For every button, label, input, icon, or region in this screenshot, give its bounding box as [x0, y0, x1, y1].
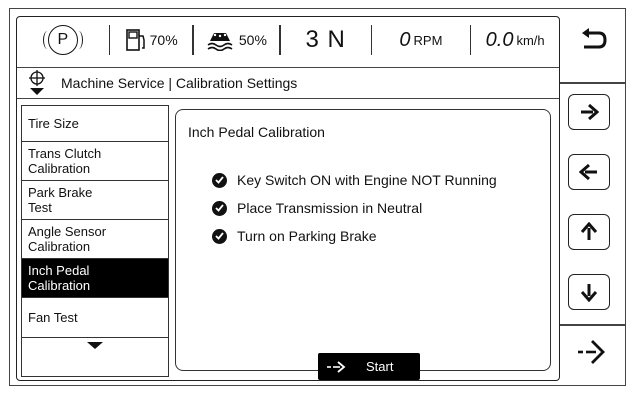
menu-item-angle-sensor-calibration[interactable]: Angle Sensor Calibration — [22, 220, 168, 259]
navigation-home-icon[interactable] — [27, 70, 47, 96]
fuel-level: 70% — [110, 17, 192, 63]
park-letter: P — [57, 31, 69, 48]
menu-item-park-brake-test[interactable]: Park Brake Test — [22, 181, 168, 220]
page-title: Machine Service | Calibration Settings — [61, 75, 298, 91]
up-arrow-button[interactable] — [568, 214, 610, 250]
divider — [560, 82, 626, 84]
back-button[interactable] — [560, 18, 626, 62]
fuel-icon — [125, 29, 145, 51]
checklist-text: Key Switch ON with Engine NOT Running — [237, 172, 497, 188]
enter-icon — [578, 340, 605, 364]
down-arrow-button[interactable] — [568, 274, 610, 310]
back-icon — [582, 28, 607, 49]
menu-item-fan-test[interactable]: Fan Test — [22, 298, 168, 338]
def-fluid-icon — [207, 33, 233, 51]
transmission-gear: 3 N — [305, 26, 346, 53]
rpm-unit: RPM — [413, 32, 443, 48]
menu-item-tire-size[interactable]: Tire Size — [22, 106, 168, 142]
checklist-text: Turn on Parking Brake — [237, 228, 377, 244]
enter-arrow-icon — [327, 360, 346, 373]
enter-button[interactable] — [560, 330, 626, 374]
arrow-up-icon — [580, 222, 598, 240]
rpm-value: 0 — [399, 28, 411, 51]
transmission-indicator: 3 N — [281, 17, 371, 63]
checklist-text: Place Transmission in Neutral — [237, 200, 423, 216]
checklist-item: Place Transmission in Neutral — [212, 200, 422, 216]
ground-speed: 0.0 km/h — [471, 17, 559, 63]
engine-speed: 0 RPM — [372, 17, 470, 63]
caret-down-icon — [87, 342, 103, 349]
check-circle-icon — [212, 200, 227, 216]
park-indicator: P — [17, 17, 109, 63]
speed-unit: km/h — [516, 32, 545, 48]
def-level: 50% — [194, 17, 280, 63]
check-circle-icon — [212, 172, 227, 188]
speed-value: 0.0 — [485, 28, 514, 51]
menu-item-inch-pedal-calibration[interactable]: Inch Pedal Calibration — [22, 259, 168, 298]
menu-item-label: Angle Sensor Calibration — [28, 224, 107, 254]
menu-item-label: Inch Pedal Calibration — [28, 263, 91, 293]
calibration-menu: Tire Size Trans Clutch Calibration Park … — [21, 105, 169, 377]
check-circle-icon — [212, 228, 227, 244]
arrow-left-icon — [579, 163, 597, 181]
calibration-panel: Inch Pedal Calibration Key Switch ON wit… — [175, 109, 551, 380]
start-button[interactable]: Start — [318, 353, 420, 380]
right-arrow-button[interactable] — [568, 94, 610, 130]
arrow-right-icon — [581, 103, 599, 121]
main-screen: P 70% 50% 3 N 0 RPM 0.0 km/h Machine Ser… — [16, 16, 560, 381]
fuel-percent: 70% — [149, 32, 178, 48]
status-bar: P 70% 50% 3 N 0 RPM 0.0 km/h — [17, 17, 559, 63]
checklist-item: Key Switch ON with Engine NOT Running — [212, 172, 497, 188]
menu-item-label: Tire Size — [28, 116, 79, 131]
start-label: Start — [366, 359, 394, 374]
arrow-down-icon — [580, 284, 598, 302]
side-button-column — [560, 16, 626, 381]
scroll-down-indicator[interactable] — [22, 338, 168, 354]
def-percent: 50% — [238, 32, 267, 48]
checklist-item: Turn on Parking Brake — [212, 228, 377, 244]
menu-item-label: Trans Clutch Calibration — [28, 146, 102, 176]
menu-item-label: Fan Test — [28, 310, 78, 325]
left-arrow-button[interactable] — [568, 154, 610, 190]
panel-title: Inch Pedal Calibration — [188, 124, 325, 140]
menu-item-trans-clutch-calibration[interactable]: Trans Clutch Calibration — [22, 142, 168, 181]
menu-item-label: Park Brake Test — [28, 185, 93, 215]
divider — [560, 324, 626, 326]
breadcrumb: Machine Service | Calibration Settings — [17, 67, 559, 99]
park-brake-icon: P — [42, 25, 83, 55]
